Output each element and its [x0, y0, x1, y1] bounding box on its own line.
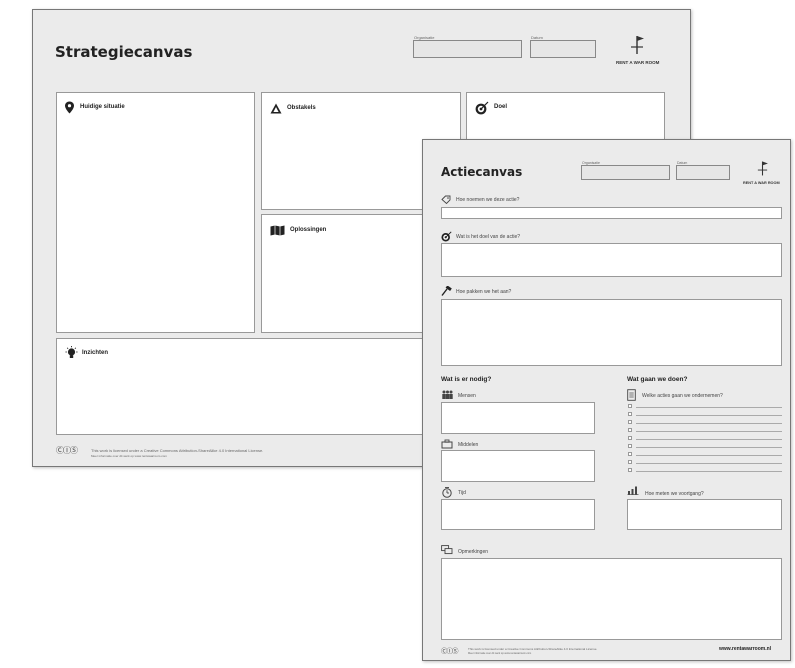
flag-logo-icon	[631, 36, 644, 54]
strategy-title: Strategiecanvas	[55, 43, 193, 61]
situation-box[interactable]: Huidige situatie	[56, 92, 255, 333]
progress-chart-icon	[627, 486, 639, 495]
time-box[interactable]	[441, 499, 595, 530]
hammer-icon	[441, 286, 452, 296]
solutions-label: Oplossingen	[290, 227, 327, 233]
checklist-line[interactable]	[636, 415, 782, 416]
checkbox[interactable]	[628, 468, 632, 472]
target-icon	[475, 101, 489, 115]
strategy-license-sub: Meer informatie over dit werk op www.ren…	[91, 454, 167, 458]
actie-license-sub: Meer informatie over dit werk op www.ren…	[468, 652, 532, 655]
actie-title: Actiecanvas	[441, 165, 523, 179]
creative-commons-icon: ⒸⒾⓈ	[441, 648, 458, 655]
checkbox[interactable]	[628, 404, 632, 408]
checkbox[interactable]	[628, 444, 632, 448]
checklist-line[interactable]	[636, 455, 782, 456]
q-approach-label: Hoe pakken we het aan?	[456, 289, 512, 295]
progress-question-label: Hoe meten we voortgang?	[645, 491, 704, 497]
checklist-icon	[627, 389, 636, 401]
time-label: Tijd	[458, 490, 466, 496]
people-icon	[442, 390, 453, 399]
checklist-line[interactable]	[636, 439, 782, 440]
checklist-line[interactable]	[636, 447, 782, 448]
obstacles-label: Obstakels	[287, 105, 316, 111]
actie-license-text: This work is licensed under a Creative C…	[468, 647, 598, 651]
goal-label: Doel	[494, 104, 508, 110]
tools-icon	[441, 439, 453, 449]
insights-label: Inzichten	[82, 350, 109, 356]
means-box[interactable]	[441, 450, 595, 482]
strategy-org-field[interactable]	[413, 40, 522, 58]
people-box[interactable]	[441, 402, 595, 434]
checklist-line[interactable]	[636, 423, 782, 424]
creative-commons-icon: ⒸⒾⓈ	[56, 446, 78, 455]
actie-date-field[interactable]	[676, 165, 730, 180]
strategy-date-field[interactable]	[530, 40, 596, 58]
warning-triangle-icon	[270, 103, 282, 114]
checklist-line[interactable]	[636, 463, 782, 464]
approach-box[interactable]	[441, 299, 782, 366]
needed-title: Wat is er nodig?	[441, 376, 492, 383]
strategy-logo-text: RENT A WAR ROOM	[616, 60, 660, 65]
checkbox[interactable]	[628, 420, 632, 424]
situation-label: Huidige situatie	[80, 104, 125, 110]
q-action-goal-label: Wat is het doel van de actie?	[456, 234, 521, 240]
people-label: Mensen	[458, 393, 476, 399]
strategy-license-text: This work is licensed under a Creative C…	[91, 448, 264, 453]
action-canvas-sheet: Actiecanvas Organisatie Datum RENT A WAR…	[422, 139, 791, 661]
map-icon	[270, 225, 285, 236]
actions-question-label: Welke acties gaan we ondernemen?	[642, 393, 723, 399]
flag-logo-icon	[757, 161, 768, 176]
action-goal-box[interactable]	[441, 243, 782, 277]
checkbox[interactable]	[628, 452, 632, 456]
progress-box[interactable]	[627, 499, 782, 530]
todo-title: Wat gaan we doen?	[627, 376, 688, 383]
target-icon	[441, 231, 452, 242]
comments-icon	[441, 545, 453, 555]
clock-icon	[442, 487, 452, 498]
tag-icon	[441, 195, 451, 204]
checkbox[interactable]	[628, 436, 632, 440]
checkbox[interactable]	[628, 460, 632, 464]
actie-logo-text: RENT A WAR ROOM	[743, 181, 780, 185]
remarks-label: Opmerkingen	[458, 549, 489, 555]
website-link[interactable]: www.rentawarroom.nl	[719, 646, 771, 652]
lightbulb-icon	[65, 346, 78, 358]
means-label: Middelen	[458, 442, 479, 448]
checklist-line[interactable]	[636, 431, 782, 432]
checkbox[interactable]	[628, 412, 632, 416]
checkbox[interactable]	[628, 428, 632, 432]
action-name-box[interactable]	[441, 207, 782, 219]
actie-org-field[interactable]	[581, 165, 670, 180]
remarks-box[interactable]	[441, 558, 782, 640]
checklist-line[interactable]	[636, 471, 782, 472]
location-pin-icon	[65, 101, 74, 114]
checklist-line[interactable]	[636, 407, 782, 408]
q-action-name-label: Hoe noemen we deze actie?	[456, 197, 520, 203]
